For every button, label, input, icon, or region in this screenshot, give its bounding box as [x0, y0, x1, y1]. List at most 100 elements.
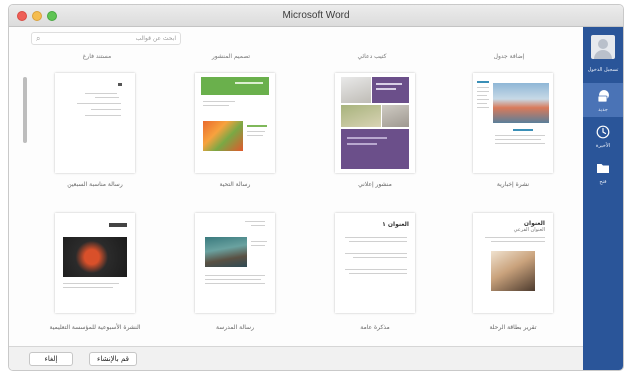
- sign-in-label[interactable]: ﺗﺴﺠﻴﻞ ﺍﻟﺪﺧﻮﻝ: [583, 67, 623, 73]
- template-card-trip-report[interactable]: ﺍﻟﻌﻨﻮﺍﻥ ﺍﻟﻌﻨﻮﺍﻥ ﺍﻟﻔﺮﻋﻲ: [473, 213, 553, 313]
- thumb-line: [477, 103, 487, 104]
- thumb-green-band: [201, 77, 269, 95]
- sidebar-item-label: ﻓﺘﺢ: [599, 179, 607, 185]
- thumb-line: [477, 87, 489, 88]
- thumb-line: [485, 237, 545, 238]
- avatar-head-shape: [598, 39, 608, 49]
- thumb-heading: ﺍﻟﻌﻨﻮﺍﻥ: [523, 220, 545, 227]
- thumb-dark-photo: [63, 237, 127, 277]
- sidebar-item-new[interactable]: ﺟﺪﻳﺪ: [583, 83, 623, 117]
- thumb-line: [345, 253, 407, 254]
- thumb-line: [477, 107, 489, 108]
- column-header: ﻣﺴﺘﻨﺪ ﻓﺎﺭﻍ: [82, 53, 112, 60]
- thumb-line: [477, 95, 487, 96]
- template-card-weekly-newsletter[interactable]: [55, 213, 135, 313]
- template-card-newsletter[interactable]: [473, 73, 553, 173]
- thumb-line: [91, 109, 121, 110]
- sidebar-item-open[interactable]: ﻓﺘﺢ: [583, 155, 623, 189]
- thumb-line: [247, 131, 265, 132]
- thumb-line: [349, 273, 407, 274]
- sidebar-item-label: ﺍﻷﺧﻴﺮﺓ: [595, 143, 611, 149]
- search-templates-input[interactable]: ⌕ ﺍﺑﺤﺚ ﻋﻦ ﻗﻮﺍﻟﺐ: [31, 32, 181, 45]
- title-bar: Microsoft Word: [9, 5, 623, 27]
- column-header: ﺗﺼﻤﻴﻢ ﺍﻟﻤﻨﺸﻮﺭ: [211, 53, 251, 60]
- new-document-icon: [597, 90, 609, 103]
- thumb-line: [63, 283, 119, 284]
- template-caption: ﻧﺸﺮﺓ ﺇﺧﺒﺎﺭﻳﺔ: [496, 181, 530, 188]
- bottom-bar: ﺇﻟﻐﺎﺀ ﻗﻢ ﺑﺎﻹﻧﺸﺎﺀ: [9, 346, 585, 370]
- thumb-line: [251, 225, 265, 226]
- sidebar-item-recent[interactable]: ﺍﻷﺧﻴﺮﺓ: [583, 119, 623, 153]
- search-icon: ⌕: [36, 34, 41, 43]
- thumb-line: [203, 101, 235, 102]
- thumb-lake-image: [493, 83, 549, 123]
- window-title: Microsoft Word: [282, 10, 350, 21]
- thumb-title: [109, 223, 127, 227]
- thumb-line: [251, 245, 265, 246]
- search-placeholder: ﺍﺑﺤﺚ ﻋﻦ ﻗﻮﺍﻟﺐ: [135, 35, 176, 42]
- thumb-line: [63, 287, 113, 288]
- thumb-band-text: [376, 88, 396, 90]
- thumb-line: [495, 135, 545, 136]
- thumb-band-text: [376, 83, 402, 85]
- thumb-line: [205, 279, 261, 280]
- avatar-body-shape: [594, 50, 612, 59]
- thumb-line: [203, 105, 229, 106]
- thumb-line: [353, 257, 407, 258]
- template-caption: ﻣﺬﻛﺮﺓ ﻋﺎﻣﺔ: [360, 324, 390, 331]
- thumb-sunlight-photo: [491, 251, 535, 291]
- thumb-line: [85, 93, 117, 94]
- thumb-line: [85, 115, 121, 116]
- thumb-line: [95, 97, 119, 98]
- thumb-line: [495, 139, 541, 140]
- template-card-green-letter[interactable]: [195, 73, 275, 173]
- thumb-band-text: [347, 137, 387, 139]
- thumb-line: [251, 241, 267, 242]
- thumb-line: [477, 99, 489, 100]
- template-card-school-letter[interactable]: [195, 213, 275, 313]
- template-caption: ﻣﻨﺸﻮﺭ ﺇﻋﻼﻧﻲ: [358, 181, 392, 188]
- thumb-photo: [382, 105, 409, 127]
- cancel-button[interactable]: ﺇﻟﻐﺎﺀ: [29, 352, 73, 366]
- thumb-photo: [341, 77, 371, 103]
- thumb-line: [77, 103, 121, 104]
- thumb-fruit-image: [203, 121, 243, 151]
- thumb-line: [349, 241, 407, 242]
- folder-icon: [597, 164, 609, 173]
- scrollbar-thumb[interactable]: [23, 77, 27, 143]
- thumb-line: [477, 91, 489, 92]
- template-card-general-memo[interactable]: ﺍﻟﻌﻨﻮﺍﻥ ١: [335, 213, 415, 313]
- thumb-subheading: ﺍﻟﻌﻨﻮﺍﻥ ﺍﻟﻔﺮﻋﻲ: [513, 227, 545, 233]
- avatar[interactable]: [591, 35, 615, 59]
- thumb-line: [513, 129, 533, 131]
- thumb-line: [247, 135, 263, 136]
- template-card-purple-flyer[interactable]: [335, 73, 415, 173]
- thumb-line: [345, 237, 407, 238]
- thumb-purple-block: [372, 77, 409, 103]
- column-header: ﺇﺿﺎﻓﺔ ﺟﺪﻭﻝ: [493, 53, 525, 60]
- create-button[interactable]: ﻗﻢ ﺑﺎﻹﻧﺸﺎﺀ: [89, 352, 137, 366]
- thumb-line: [247, 125, 267, 127]
- thumb-band-text: [235, 82, 263, 84]
- thumb-line: [495, 143, 545, 144]
- thumb-band-text: [347, 143, 377, 145]
- thumb-animal-photo: [205, 237, 247, 267]
- clock-icon: [596, 125, 610, 139]
- template-caption: ﺗﻘﺮﻳﺮ ﺑﻄﺎﻗﺔ ﺍﻟﺮﺣﻠﺔ: [489, 324, 537, 331]
- thumb-heading: ﺍﻟﻌﻨﻮﺍﻥ ١: [382, 221, 409, 228]
- template-caption: ﺭﺳﺎﻟﺔ ﻣﻨﺎﺳﺒﺔ ﺍﻟﺴﺒﻌﻴﻦ: [67, 181, 123, 188]
- sidebar-item-label: ﺟﺪﻳﺪ: [598, 107, 608, 113]
- template-card-blank-letter[interactable]: [55, 73, 135, 173]
- word-template-gallery-window: Microsoft Word ⌕ ﺍﺑﺤﺚ ﻋﻦ ﻗﻮﺍﻟﺐ ﺇﺿﺎﻓﺔ ﺟﺪﻭ…: [8, 4, 624, 371]
- column-header: ﻛﺘﻴﺐ ﺩﻋﺎﺋﻲ: [357, 53, 387, 60]
- thumb-line: [345, 269, 407, 270]
- thumb-line: [245, 221, 265, 222]
- sidebar: ﺗﺴﺠﻴﻞ ﺍﻟﺪﺧﻮﻝ ﺟﺪﻳﺪ ﺍﻷﺧﻴﺮﺓ ﻓﺘﺢ: [583, 27, 623, 370]
- thumb-line: [491, 241, 545, 242]
- thumb-photo: [341, 105, 381, 127]
- thumb-mark: [118, 83, 122, 86]
- thumb-purple-block: [341, 129, 409, 169]
- template-caption: ﺍﻟﻨﺸﺮﺓ ﺍﻷﺳﺒﻮﻋﻴﺔ ﻟﻠﻤﺆﺳﺴﺔ ﺍﻟﺘﻌﻠﻴﻤﻴﺔ: [49, 324, 141, 331]
- thumb-line: [205, 275, 265, 276]
- thumb-line: [477, 81, 489, 83]
